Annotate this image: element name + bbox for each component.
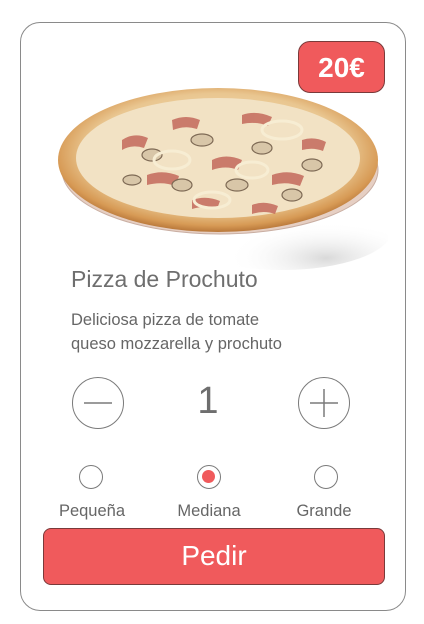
size-label-small: Pequeña	[58, 502, 126, 520]
plus-icon	[310, 389, 338, 417]
size-label-large: Grande	[296, 502, 352, 520]
increase-quantity-button[interactable]	[298, 377, 350, 429]
description-line-2: queso mozzarella y prochuto	[71, 335, 282, 353]
product-title: Pizza de Prochuto	[71, 266, 258, 292]
size-radio-small[interactable]	[79, 465, 103, 489]
size-label-medium: Mediana	[177, 502, 241, 520]
quantity-value: 1	[197, 380, 219, 422]
price-badge: 20€	[298, 41, 385, 93]
order-button[interactable]: Pedir	[43, 528, 385, 585]
radio-selected-dot	[202, 470, 215, 483]
description-line-1: Deliciosa pizza de tomate	[71, 311, 260, 329]
size-radio-medium[interactable]	[197, 465, 221, 489]
size-radio-large[interactable]	[314, 465, 338, 489]
minus-icon	[84, 402, 112, 404]
decrease-quantity-button[interactable]	[72, 377, 124, 429]
product-description: Deliciosa pizza de tomate queso mozzarel…	[71, 308, 371, 356]
